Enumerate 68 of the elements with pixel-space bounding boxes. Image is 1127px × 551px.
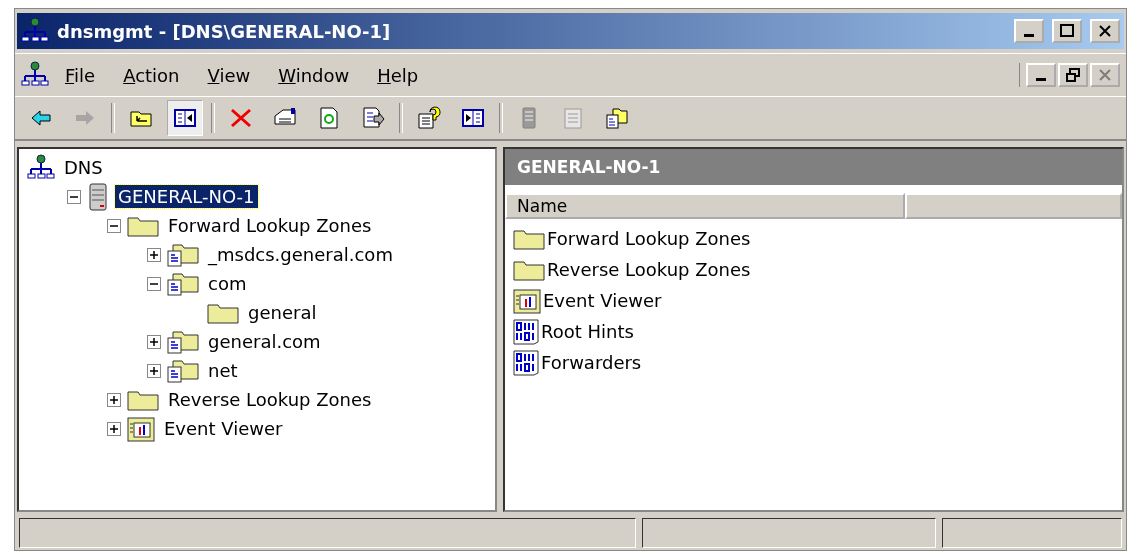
tree-item[interactable]: com — [205, 272, 250, 295]
menu-item[interactable]: View — [195, 62, 263, 88]
network-icon — [21, 61, 49, 89]
tree-item[interactable]: Reverse Lookup Zones — [165, 388, 375, 411]
notepad-icon — [561, 106, 585, 130]
maximize-icon — [1060, 24, 1074, 38]
server-icon — [87, 182, 109, 211]
expand-icon[interactable] — [107, 421, 121, 436]
network-icon — [27, 153, 55, 182]
tree-item[interactable]: general.com — [205, 330, 324, 353]
menu-item[interactable]: Help — [365, 62, 431, 88]
close-icon — [1098, 68, 1112, 82]
export-list-icon — [361, 106, 385, 130]
list-item[interactable]: Reverse Lookup Zones — [547, 259, 751, 280]
restore-icon — [1066, 68, 1080, 82]
menu-item[interactable]: Action — [111, 62, 192, 88]
expand-icon[interactable] — [147, 363, 161, 378]
help-icon — [417, 106, 441, 130]
collapse-icon[interactable] — [147, 276, 161, 291]
tree-item[interactable]: DNS — [61, 156, 106, 179]
pane-toggle-icon — [173, 106, 197, 130]
tree-item[interactable]: net — [205, 359, 241, 382]
list-item[interactable]: Event Viewer — [543, 290, 662, 311]
menu-item[interactable]: File — [53, 62, 108, 88]
tree-item[interactable]: Event Viewer — [161, 417, 286, 440]
list-item[interactable]: Forwarders — [541, 352, 642, 373]
expand-icon[interactable] — [147, 334, 161, 349]
zone-folder-icon — [167, 329, 199, 354]
folder-document-icon — [605, 106, 629, 130]
zone-folder-icon — [167, 358, 199, 383]
event-viewer-icon — [127, 415, 155, 442]
binary-document-icon — [513, 349, 539, 376]
event-viewer-icon — [513, 287, 541, 314]
window-title: dnsmgmt - [DNS\GENERAL-NO-1] — [57, 20, 392, 42]
folder-icon — [207, 301, 239, 324]
close-button[interactable] — [1090, 19, 1120, 43]
list-item[interactable]: Forward Lookup Zones — [547, 228, 751, 249]
minimize-button[interactable] — [1014, 19, 1044, 43]
tree-button[interactable] — [167, 100, 203, 136]
folder-icon — [513, 227, 545, 250]
pane-icon — [461, 106, 485, 130]
zone-folder-icon — [167, 242, 199, 267]
pane-title: GENERAL-NO-1 — [505, 149, 1122, 185]
network-icon — [21, 17, 49, 45]
folder-icon — [127, 388, 159, 411]
tree-item[interactable]: Forward Lookup Zones — [165, 214, 375, 237]
expand-icon[interactable] — [107, 392, 121, 407]
delete-icon — [229, 106, 253, 130]
maximize-button[interactable] — [1052, 19, 1082, 43]
restore-button[interactable] — [1058, 63, 1088, 87]
tree-item[interactable]: GENERAL-NO-1 — [115, 185, 258, 208]
tree-item[interactable]: general — [245, 301, 320, 324]
minimize-button[interactable] — [1026, 63, 1056, 87]
folder-icon — [513, 258, 545, 281]
zone-folder-icon — [167, 271, 199, 296]
column-header[interactable]: Name — [505, 193, 905, 219]
refresh-icon — [317, 106, 341, 130]
tree-item[interactable]: _msdcs.general.com — [205, 243, 396, 266]
collapse-icon[interactable] — [67, 189, 81, 204]
list-item[interactable]: Root Hints — [541, 321, 634, 342]
collapse-icon[interactable] — [107, 218, 121, 233]
binary-document-icon — [513, 318, 539, 345]
menu-item[interactable]: Window — [266, 62, 362, 88]
folder-icon — [127, 214, 159, 237]
close-icon — [1098, 24, 1112, 38]
minimize-icon — [1036, 78, 1046, 81]
minimize-icon — [1024, 34, 1034, 37]
expand-icon[interactable] — [147, 247, 161, 262]
